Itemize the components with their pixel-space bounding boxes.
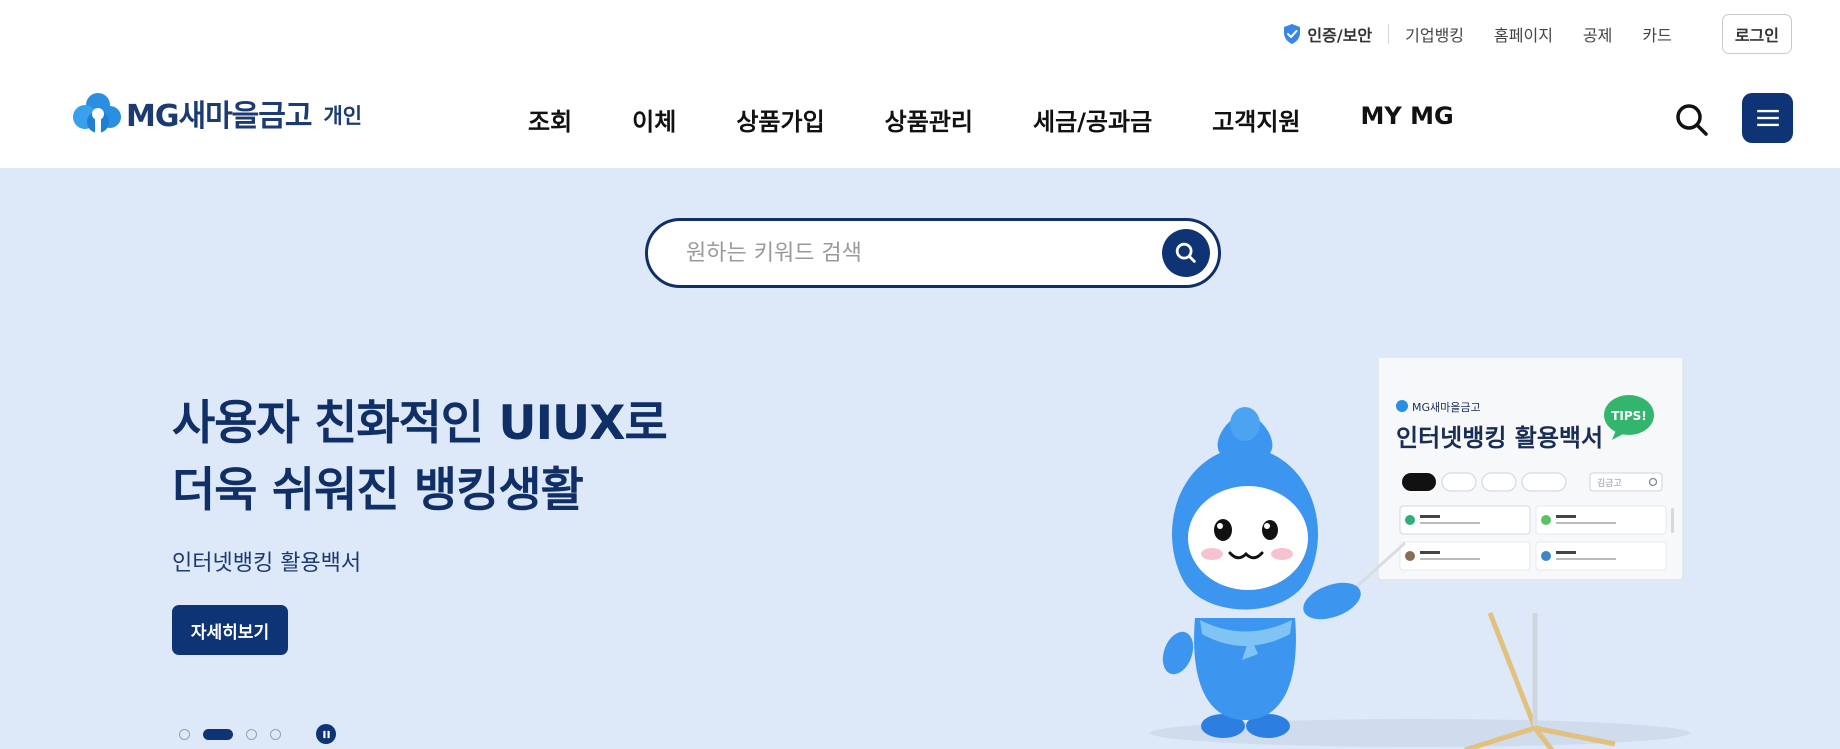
board-logo-icon — [1396, 400, 1408, 412]
all-menu-button[interactable] — [1742, 93, 1793, 143]
header-search-button[interactable] — [1672, 100, 1712, 140]
keyword-search-box — [645, 218, 1221, 288]
cert-security-link[interactable]: 인증/보안 — [1282, 22, 1372, 46]
pause-icon — [322, 730, 330, 738]
board-search-text: 김금고 — [1597, 477, 1622, 489]
keyword-search-button[interactable] — [1162, 229, 1210, 277]
keyword-search-input[interactable] — [686, 235, 1106, 271]
main-nav: 조회 이체 상품가입 상품관리 세금/공과금 고객지원 MY MG — [528, 102, 1514, 137]
link-corporate-banking[interactable]: 기업뱅킹 — [1405, 22, 1464, 46]
shield-icon — [1284, 24, 1301, 44]
slide-dot-3[interactable] — [246, 728, 257, 740]
hero-title-line-2: 더욱 쉬워진 뱅킹생활 — [172, 463, 584, 518]
nav-transfer[interactable]: 이체 — [632, 102, 676, 137]
link-homepage[interactable]: 홈페이지 — [1494, 22, 1553, 46]
nav-inquiry[interactable]: 조회 — [528, 102, 572, 137]
link-insurance[interactable]: 공제 — [1583, 22, 1612, 46]
cert-security-label: 인증/보안 — [1307, 26, 1373, 45]
board-brand: MG새마을금고 — [1412, 401, 1481, 414]
nav-tax-utility[interactable]: 세금/공과금 — [1033, 102, 1152, 137]
utility-bar: 인증/보안 기업뱅킹 홈페이지 공제 카드 로그인 — [1282, 12, 1792, 56]
mg-logo-icon — [73, 93, 121, 134]
logo-link[interactable]: MG새마을금고 개인 — [72, 90, 362, 136]
slide-dot-1[interactable] — [179, 728, 190, 740]
nav-my-mg[interactable]: MY MG — [1361, 102, 1454, 137]
mascot-character — [1162, 407, 1361, 738]
hero-banner: 사용자 친화적인 UIUX로 더욱 쉬워진 뱅킹생활 인터넷뱅킹 활용백서 자세… — [0, 168, 1840, 749]
search-icon — [1676, 104, 1708, 136]
nav-product-manage[interactable]: 상품관리 — [885, 102, 973, 137]
hero-subtitle: 인터넷뱅킹 활용백서 — [172, 551, 362, 576]
link-card[interactable]: 카드 — [1642, 22, 1671, 46]
login-button[interactable]: 로그인 — [1721, 14, 1792, 54]
hero-detail-button[interactable]: 자세히보기 — [172, 605, 288, 655]
nav-product-join[interactable]: 상품가입 — [736, 102, 824, 137]
board-title: 인터넷뱅킹 활용백서 — [1396, 424, 1603, 452]
board-tips-badge: TIPS! — [1611, 409, 1647, 423]
utility-divider — [1388, 24, 1390, 44]
hamburger-menu-icon — [1756, 109, 1779, 127]
logo-text: MG새마을금고 — [126, 99, 312, 134]
slide-pause-button[interactable] — [316, 724, 336, 744]
search-icon — [1175, 242, 1196, 263]
hero-title-line-1: 사용자 친화적인 UIUX로 — [172, 396, 668, 451]
logo-sub-label: 개인 — [323, 104, 363, 128]
hero-title: 사용자 친화적인 UIUX로 더욱 쉬워진 뱅킹생활 — [172, 390, 668, 524]
slide-dot-4[interactable] — [270, 728, 281, 740]
mascot-illustration: MG새마을금고 인터넷뱅킹 활용백서 TIPS! 김금고 — [1150, 358, 1690, 749]
slide-dot-2[interactable] — [203, 728, 233, 740]
header: MG새마을금고 개인 조회 이체 상품가입 상품관리 세금/공과금 고객지원 M… — [0, 70, 1840, 168]
slide-pager — [179, 724, 336, 744]
nav-customer-support[interactable]: 고객지원 — [1212, 102, 1300, 137]
